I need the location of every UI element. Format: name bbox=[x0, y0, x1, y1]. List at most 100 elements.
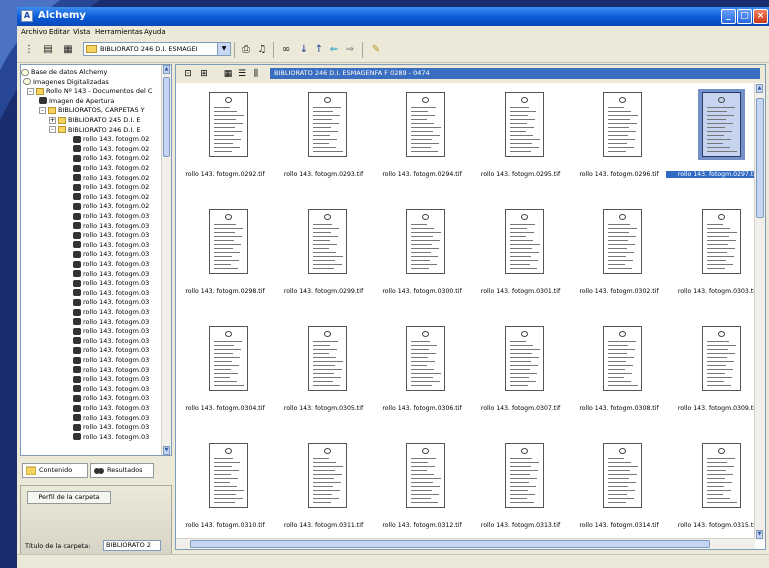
tree-item[interactable]: rollo 143. fotogm.02 bbox=[73, 192, 149, 202]
thumbnail-item[interactable]: rollo 143. fotogm.0306.tif bbox=[373, 319, 473, 439]
column-view-icon[interactable]: ⫼ bbox=[250, 68, 262, 80]
tree-item[interactable]: rollo 143. fotogm.03 bbox=[73, 211, 149, 221]
thumbnail-item[interactable]: rollo 143. fotogm.0299.tif bbox=[275, 202, 375, 322]
thumbnail-item[interactable]: rollo 143. fotogm.0310.tif bbox=[176, 436, 276, 549]
tree-item[interactable]: rollo 143. fotogm.02 bbox=[73, 163, 149, 173]
tree-item[interactable]: rollo 143. fotogm.03 bbox=[73, 336, 149, 346]
collapse-icon[interactable]: - bbox=[27, 87, 34, 95]
tree-item[interactable]: rollo 143. fotogm.03 bbox=[73, 307, 149, 317]
tree-item[interactable]: rollo 143. fotogm.03 bbox=[73, 432, 149, 442]
thumbnail-item[interactable]: rollo 143. fotogm.0293.tif bbox=[275, 85, 375, 205]
thumbnail-item[interactable]: rollo 143. fotogm.0315.tif bbox=[669, 436, 766, 549]
vertical-scroll-thumb[interactable] bbox=[756, 98, 764, 218]
menu-archivo[interactable]: Archivo bbox=[21, 28, 47, 36]
scroll-up-arrow[interactable]: ▲ bbox=[756, 84, 763, 93]
arrow-right-icon[interactable]: ⇒ bbox=[343, 43, 357, 57]
tree-item[interactable]: rollo 143. fotogm.02 bbox=[73, 182, 149, 192]
tree-item[interactable]: rollo 143. fotogm.03 bbox=[73, 413, 149, 423]
thumbnail-item[interactable]: rollo 143. fotogm.0309.tif bbox=[669, 319, 766, 439]
collapse-icon[interactable]: - bbox=[49, 126, 56, 134]
tree-item[interactable]: Imagenes Digitalizadas bbox=[23, 77, 109, 87]
expand-icon[interactable]: + bbox=[49, 116, 56, 124]
tree-item[interactable]: rollo 143. fotogm.03 bbox=[73, 240, 149, 250]
thumbnail-horizontal-scrollbar[interactable] bbox=[176, 538, 755, 549]
tree-toggle-icon[interactable]: ⋮ bbox=[22, 43, 36, 57]
menu-ayuda[interactable]: Ayuda bbox=[144, 28, 166, 36]
view-details-icon[interactable]: ⊡ bbox=[182, 68, 194, 80]
thumbnail-vertical-scrollbar[interactable]: ▲ ▼ bbox=[754, 84, 765, 540]
thumbnail-item[interactable]: rollo 143. fotogm.0298.tif bbox=[176, 202, 276, 322]
printer-icon[interactable]: ⎙ bbox=[239, 43, 253, 57]
tree-item[interactable]: Base de datos Alchemy bbox=[21, 67, 107, 77]
thumbnail-item[interactable]: rollo 143. fotogm.0297.tif bbox=[665, 85, 765, 205]
tree-item[interactable]: rollo 143. fotogm.03 bbox=[73, 221, 149, 231]
tree-item[interactable]: rollo 143. fotogm.03 bbox=[73, 288, 149, 298]
menu-vista[interactable]: Vista bbox=[73, 28, 90, 36]
tree-item[interactable]: rollo 143. fotogm.02 bbox=[73, 144, 149, 154]
folder-combo[interactable]: BIBLIORATO 246 D.I. ESMAGEI ▼ bbox=[83, 42, 231, 56]
tree-scrollbar[interactable]: ▲ ▼ bbox=[161, 65, 171, 455]
tree-item[interactable]: Imagen de Apertura bbox=[39, 96, 114, 106]
tree-item[interactable]: rollo 143. fotogm.02 bbox=[73, 173, 149, 183]
scroll-down-arrow[interactable]: ▼ bbox=[756, 530, 763, 539]
tree-item[interactable]: rollo 143. fotogm.02 bbox=[73, 201, 149, 211]
scroll-up-arrow[interactable]: ▲ bbox=[163, 65, 170, 74]
title-bar[interactable]: A Alchemy _ □ × bbox=[17, 7, 769, 26]
bell-icon[interactable]: ♫ bbox=[255, 43, 269, 57]
tree-item[interactable]: rollo 143. fotogm.03 bbox=[73, 393, 149, 403]
tab-perfil-carpeta[interactable]: Perfil de la carpeta bbox=[27, 491, 111, 504]
thumbnail-item[interactable]: rollo 143. fotogm.0308.tif bbox=[570, 319, 670, 439]
folder-up-icon[interactable]: ⊞ bbox=[198, 68, 210, 80]
menu-herramientas[interactable]: Herramientas bbox=[95, 28, 143, 36]
tree-item[interactable]: rollo 143. fotogm.03 bbox=[73, 403, 149, 413]
thumbnail-item[interactable]: rollo 143. fotogm.0311.tif bbox=[275, 436, 375, 549]
tree-item[interactable]: - BIBLIORATOS, CARPETAS Y bbox=[39, 105, 145, 115]
tree-item[interactable]: rollo 143. fotogm.03 bbox=[73, 317, 149, 327]
page-icon[interactable]: ▤ bbox=[41, 43, 55, 57]
tree-item[interactable]: rollo 143. fotogm.03 bbox=[73, 326, 149, 336]
tree-item[interactable]: rollo 143. fotogm.03 bbox=[73, 345, 149, 355]
tree-item[interactable]: rollo 143. fotogm.03 bbox=[73, 249, 149, 259]
maximize-button[interactable]: □ bbox=[737, 9, 752, 24]
thumbnail-item[interactable]: rollo 143. fotogm.0314.tif bbox=[570, 436, 670, 549]
thumbnail-item[interactable]: rollo 143. fotogm.0312.tif bbox=[373, 436, 473, 549]
tab-resultados[interactable]: Resultados bbox=[90, 463, 154, 478]
tree-item[interactable]: - Rollo Nº 143 - Documentos del C bbox=[27, 86, 152, 96]
thumbnail-item[interactable]: rollo 143. fotogm.0303.tif bbox=[669, 202, 766, 322]
export-icon[interactable]: ✎ bbox=[369, 43, 383, 57]
collapse-icon[interactable]: - bbox=[39, 106, 46, 114]
minimize-button[interactable]: _ bbox=[721, 9, 736, 24]
thumbnail-item[interactable]: rollo 143. fotogm.0296.tif bbox=[570, 85, 670, 205]
arrow-up-icon[interactable]: ↑ bbox=[312, 43, 326, 57]
tree-item[interactable]: rollo 143. fotogm.03 bbox=[73, 365, 149, 375]
menu-editar[interactable]: Editar bbox=[49, 28, 70, 36]
thumbnail-item[interactable]: rollo 143. fotogm.0305.tif bbox=[275, 319, 375, 439]
thumbnail-item[interactable]: rollo 143. fotogm.0294.tif bbox=[373, 85, 473, 205]
close-button[interactable]: × bbox=[753, 9, 768, 24]
tree-item[interactable]: rollo 143. fotogm.03 bbox=[73, 355, 149, 365]
thumbnail-item[interactable]: rollo 143. fotogm.0292.tif bbox=[176, 85, 276, 205]
binoculars-icon[interactable]: ∞ bbox=[279, 43, 293, 57]
tree-item[interactable]: rollo 143. fotogm.03 bbox=[73, 259, 149, 269]
tree-item[interactable]: rollo 143. fotogm.02 bbox=[73, 134, 149, 144]
list-view-icon[interactable]: ☰ bbox=[236, 68, 248, 80]
thumbnail-item[interactable]: rollo 143. fotogm.0295.tif bbox=[472, 85, 572, 205]
properties-icon[interactable]: ▦ bbox=[61, 43, 75, 57]
thumbnail-item[interactable]: rollo 143. fotogm.0300.tif bbox=[373, 202, 473, 322]
arrow-down-icon[interactable]: ↓ bbox=[297, 43, 311, 57]
chevron-down-icon[interactable]: ▼ bbox=[217, 43, 230, 55]
tree-item[interactable]: rollo 143. fotogm.02 bbox=[73, 153, 149, 163]
tree-item[interactable]: rollo 143. fotogm.03 bbox=[73, 269, 149, 279]
thumbnail-item[interactable]: rollo 143. fotogm.0304.tif bbox=[176, 319, 276, 439]
thumbnail-item[interactable]: rollo 143. fotogm.0313.tif bbox=[472, 436, 572, 549]
tab-contenido[interactable]: Contenido bbox=[22, 463, 88, 478]
thumbnail-view-icon[interactable]: ▦ bbox=[222, 68, 234, 80]
thumbnail-item[interactable]: rollo 143. fotogm.0307.tif bbox=[472, 319, 572, 439]
thumbnail-item[interactable]: rollo 143. fotogm.0301.tif bbox=[472, 202, 572, 322]
tree-item[interactable]: rollo 143. fotogm.03 bbox=[73, 230, 149, 240]
horizontal-scroll-thumb[interactable] bbox=[190, 540, 710, 548]
tree-item[interactable]: rollo 143. fotogm.03 bbox=[73, 297, 149, 307]
tree-item[interactable]: rollo 143. fotogm.03 bbox=[73, 384, 149, 394]
tree-item[interactable]: rollo 143. fotogm.03 bbox=[73, 422, 149, 432]
tree-scroll-thumb[interactable] bbox=[163, 77, 170, 157]
